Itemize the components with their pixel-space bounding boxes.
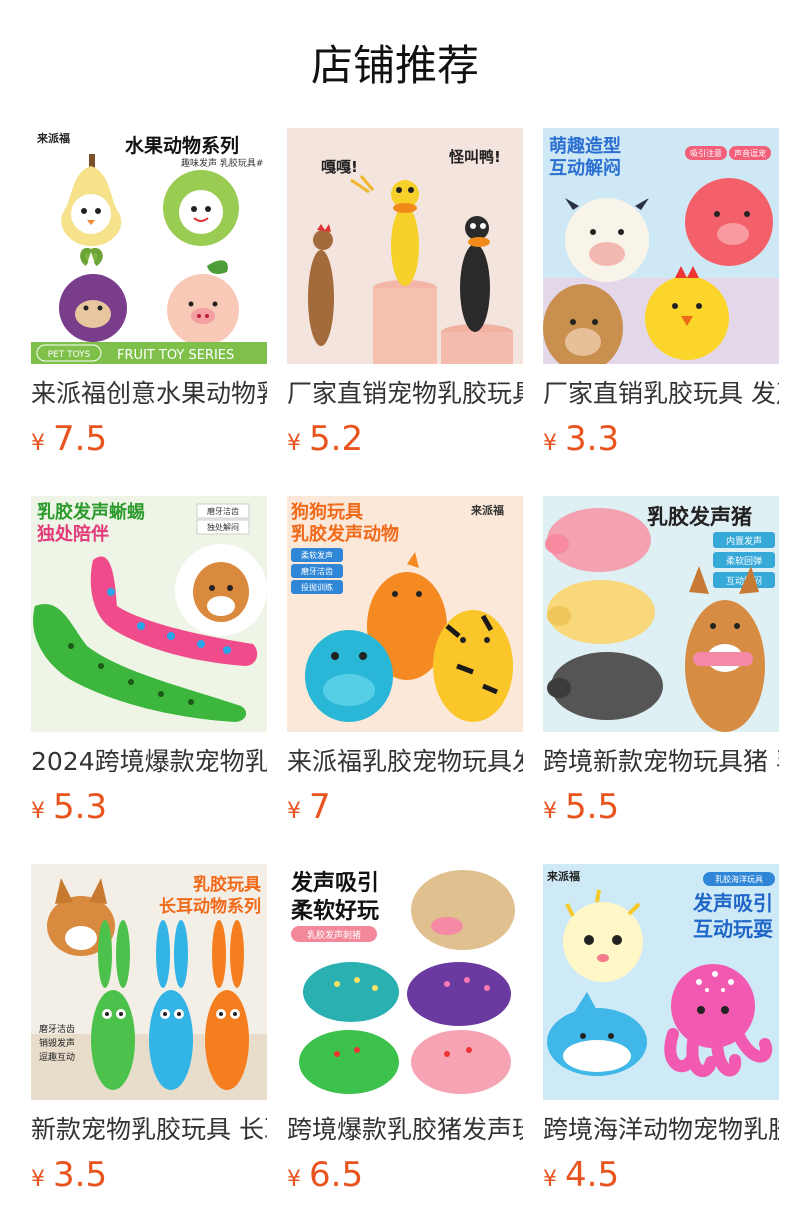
product-card[interactable]: 萌趣造型 互动解闷 吸引注意 声音逗宠 厂家直销乳胶玩具 发 ¥ 3.3 [543,128,779,468]
product-card[interactable]: 来派福 水果动物系列 趣味发声 乳胶玩具# PET TOYS FRUIT TOY… [31,128,267,468]
currency-symbol: ¥ [31,1167,45,1192]
svg-text:FRUIT TOY SERIES: FRUIT TOY SERIES [117,348,234,363]
product-image[interactable]: 来派福 乳胶海洋玩具 发声吸引 互动玩耍 [543,864,779,1100]
price-value: 7 [309,787,331,827]
svg-text:销毁发声: 销毁发声 [39,1037,75,1049]
product-card[interactable]: 发声吸引 柔软好玩 乳胶发声刺猪 跨境爆款乳胶猪发声玩具 ¥6.5 [287,864,523,1204]
svg-text:柔软回弹: 柔软回弹 [726,555,762,567]
product-name[interactable]: 2024跨境爆款宠物乳胶发声蜥蜴 [31,744,267,780]
svg-text:乳胶发声动物: 乳胶发声动物 [291,523,399,545]
product-name[interactable]: 来派福乳胶宠物玩具发声动物 [287,744,523,780]
product-name[interactable]: 厂家直销宠物乳胶玩具 发声鸭 [287,376,523,412]
svg-text:独处解闷: 独处解闷 [207,522,239,532]
product-card[interactable]: 来派福 乳胶海洋玩具 发声吸引 互动玩耍 跨境海洋动物宠物乳 ¥ 4.5 [543,864,779,1204]
product-image[interactable]: 乳胶发声猪 内置发声 柔软回弹 互动解闷 [543,496,779,732]
svg-text:乳胶发声刺猪: 乳胶发声刺猪 [307,929,361,941]
svg-text:怪叫鸭!: 怪叫鸭! [449,148,501,166]
svg-text:狗狗玩具: 狗狗玩具 [291,501,363,523]
price-value: 5.5 [565,787,620,827]
svg-text:嘎嘎!: 嘎嘎! [321,158,358,176]
svg-text:长耳动物系列: 长耳动物系列 [159,896,261,917]
svg-text:磨牙洁齿: 磨牙洁齿 [39,1023,75,1035]
svg-text:发声吸引: 发声吸引 [290,870,379,896]
product-price: ¥7 [287,784,331,830]
product-card[interactable]: 乳胶玩具 长耳动物系列 磨牙洁齿 销毁发声 逗趣互动 新款宠物乳胶玩具 长 ¥ … [31,864,267,1204]
product-name[interactable]: 新款宠物乳胶玩具 长耳动物 [31,1112,267,1148]
svg-text:PET TOYS: PET TOYS [48,350,91,360]
svg-text:声音逗宠: 声音逗宠 [734,148,766,158]
currency-symbol: ¥ [543,431,557,456]
product-name[interactable]: 来派福创意水果动物乳胶玩具 [31,376,267,412]
product-image[interactable]: 来派福 水果动物系列 趣味发声 乳胶玩具# PET TOYS FRUIT TOY… [31,128,267,364]
product-card[interactable]: 狗狗玩具 乳胶发声动物 来派福 柔软发声 磨牙洁齿 投抛训练 来派福乳胶宠物玩具… [287,496,523,836]
product-price: ¥5.2 [287,416,363,462]
svg-text:互动玩耍: 互动玩耍 [693,917,773,941]
currency-symbol: ¥ [543,1167,557,1192]
price-value: 6.5 [309,1155,364,1195]
brand-logo: 来派福 [470,503,504,517]
svg-text:萌趣造型: 萌趣造型 [549,135,621,157]
svg-text:乳胶发声猪: 乳胶发声猪 [647,505,752,529]
product-name[interactable]: 跨境海洋动物宠物乳胶玩具 [543,1112,779,1148]
svg-text:柔软好玩: 柔软好玩 [291,898,379,924]
brand-logo: 来派福 [546,869,580,883]
product-price: ¥4.5 [543,1152,619,1198]
svg-text:磨牙洁齿: 磨牙洁齿 [301,566,333,576]
currency-symbol: ¥ [287,1167,301,1192]
svg-text:逗趣互动: 逗趣互动 [39,1051,75,1063]
product-name[interactable]: 跨境爆款乳胶猪发声玩具 [287,1112,523,1148]
price-value: 3.3 [565,419,620,459]
product-image[interactable]: 发声吸引 柔软好玩 乳胶发声刺猪 [287,864,523,1100]
product-image[interactable]: 狗狗玩具 乳胶发声动物 来派福 柔软发声 磨牙洁齿 投抛训练 [287,496,523,732]
product-price: ¥7.5 [31,416,107,462]
currency-symbol: ¥ [31,799,45,824]
svg-text:乳胶玩具: 乳胶玩具 [193,874,261,895]
product-price: ¥6.5 [287,1152,363,1198]
product-price: ¥3.3 [543,416,619,462]
svg-text:柔软发声: 柔软发声 [301,550,333,560]
product-card[interactable]: 乳胶发声猪 内置发声 柔软回弹 互动解闷 跨境新款宠物玩具猪 ¥ 5.5 [543,496,779,836]
svg-text:吸引注意: 吸引注意 [690,148,722,158]
product-image[interactable]: 嘎嘎! 怪叫鸭! [287,128,523,364]
currency-symbol: ¥ [287,799,301,824]
currency-symbol: ¥ [543,799,557,824]
page-title: 店铺推荐 [310,41,479,90]
svg-text:乳胶发声蜥蜴: 乳胶发声蜥蜴 [37,501,145,523]
price-value: 7.5 [53,419,108,459]
svg-text:投抛训练: 投抛训练 [301,582,333,592]
product-name[interactable]: 厂家直销乳胶玩具 发声球 [543,376,779,412]
svg-text:磨牙洁齿: 磨牙洁齿 [207,506,239,516]
product-card[interactable]: 嘎嘎! 怪叫鸭! 厂家直销宠物乳胶玩具 ¥ 5.2 [287,128,523,468]
price-value: 5.2 [309,419,364,459]
product-image[interactable]: 萌趣造型 互动解闷 吸引注意 声音逗宠 [543,128,779,364]
currency-symbol: ¥ [31,431,45,456]
svg-text:互动解闷: 互动解闷 [549,157,621,179]
svg-text:乳胶海洋玩具: 乳胶海洋玩具 [715,874,763,884]
product-price: ¥5.5 [543,784,619,830]
product-price: ¥3.5 [31,1152,107,1198]
price-value: 5.3 [53,787,108,827]
product-image[interactable]: 乳胶发声蜥蜴 独处陪伴 磨牙洁齿 独处解闷 [31,496,267,732]
price-value: 3.5 [53,1155,108,1195]
svg-text:趣味发声 乳胶玩具#: 趣味发声 乳胶玩具# [181,157,263,169]
svg-text:水果动物系列: 水果动物系列 [125,134,239,157]
product-image[interactable]: 乳胶玩具 长耳动物系列 磨牙洁齿 销毁发声 逗趣互动 [31,864,267,1100]
product-price: ¥5.3 [31,784,107,830]
product-name[interactable]: 跨境新款宠物玩具猪 乳胶发声 [543,744,779,780]
price-value: 4.5 [565,1155,620,1195]
brand-logo: 来派福 [36,131,70,145]
currency-symbol: ¥ [287,431,301,456]
svg-text:发声吸引: 发声吸引 [692,891,773,915]
product-card[interactable]: 乳胶发声蜥蜴 独处陪伴 磨牙洁齿 独处解闷 2024跨境爆款宠物乳胶发声蜥蜴 [31,496,267,836]
svg-text:内置发声: 内置发声 [726,535,762,547]
svg-text:独处陪伴: 独处陪伴 [37,523,109,545]
